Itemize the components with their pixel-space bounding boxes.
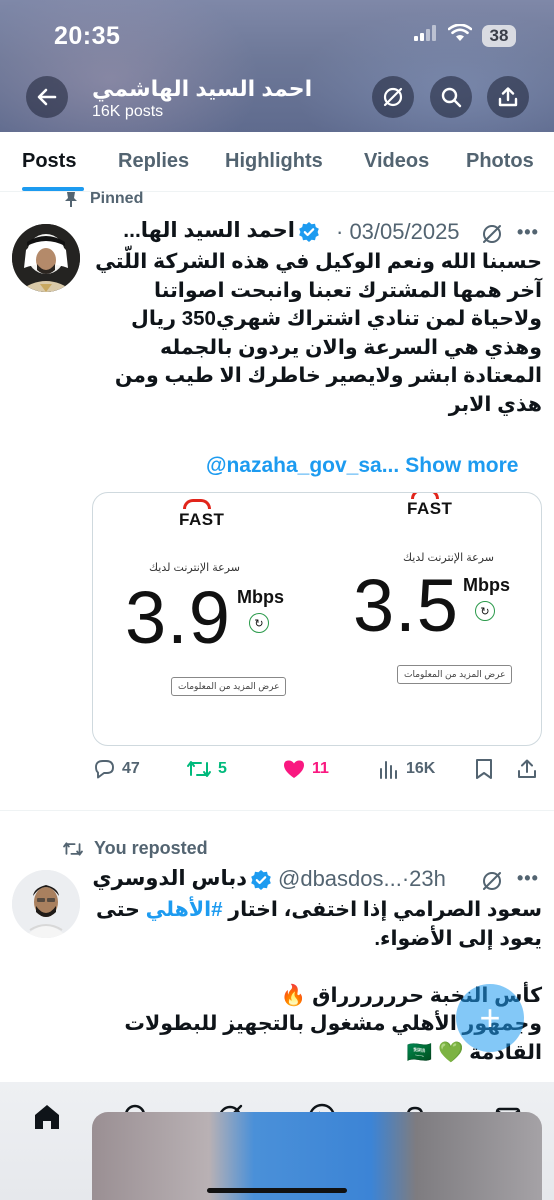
post-text-line1-end: حتى <box>95 898 146 921</box>
search-button[interactable] <box>430 76 472 118</box>
post-handle-time[interactable]: @dbasdos...·23h <box>278 866 446 892</box>
heart-icon <box>284 760 304 778</box>
hashtag-link[interactable]: #الأهلي <box>146 898 223 921</box>
back-button[interactable] <box>26 76 68 118</box>
author-handle: @dbasdos... <box>278 866 402 891</box>
next-post-media-preview[interactable] <box>92 1112 542 1200</box>
share-post-button[interactable] <box>516 758 538 780</box>
fast-logo-mark-left <box>183 499 211 509</box>
post-divider <box>0 810 554 811</box>
post-time: ·23h <box>401 866 446 891</box>
post-author-name[interactable]: دباس الدوسري <box>91 866 247 891</box>
grok-icon <box>383 87 403 107</box>
status-icons: 38 <box>414 23 516 47</box>
search-icon <box>441 87 462 108</box>
tab-replies[interactable]: Replies <box>118 150 189 173</box>
pinned-label: Pinned <box>90 190 144 207</box>
views-count: 16K <box>406 760 436 777</box>
grok-button[interactable] <box>372 76 414 118</box>
tab-videos[interactable]: Videos <box>364 150 429 173</box>
fast-logo-mark-right <box>411 493 439 499</box>
author-avatar[interactable] <box>12 224 80 292</box>
profile-tabs: Posts Replies Highlights Videos Photos <box>0 132 554 192</box>
post-text-start: سعود الصرامي إذا اختفى، اختار <box>222 898 542 921</box>
grok-icon[interactable] <box>480 222 504 251</box>
speed-unit-right: Mbps <box>463 575 510 595</box>
share-icon <box>498 87 518 107</box>
bookmark-button[interactable] <box>474 758 494 780</box>
home-indicator <box>207 1188 347 1193</box>
post-actions: 47 5 11 16K <box>92 758 542 786</box>
fast-logo-right: FAST <box>407 499 453 518</box>
reply-button[interactable]: 47 <box>92 758 140 780</box>
home-icon[interactable] <box>30 1100 64 1134</box>
share-button[interactable] <box>487 76 529 118</box>
post-date[interactable]: · 03/05/2025 <box>336 219 460 245</box>
views-icon <box>380 761 397 779</box>
repost-button[interactable]: 5 <box>186 758 227 780</box>
pinned-label-row: Pinned <box>62 190 143 208</box>
verified-badge-icon <box>298 221 320 248</box>
plus-icon: + <box>479 997 501 1038</box>
speed-unit-left: Mbps <box>237 587 284 607</box>
compose-button[interactable]: + <box>456 984 524 1052</box>
speed-label-left: سرعة الإنترنت لديك <box>149 562 240 574</box>
more-options-icon[interactable]: ••• <box>517 868 539 889</box>
author-avatar[interactable] <box>12 870 80 938</box>
repost-label-row: You reposted <box>62 838 208 859</box>
bookmark-icon <box>476 759 492 779</box>
cellular-signal-icon <box>414 25 438 46</box>
verified-badge-icon <box>250 869 272 896</box>
share-icon <box>518 759 536 778</box>
wifi-icon <box>447 23 473 47</box>
post-text: حسبنا الله ونعم الوكيل في هذه الشركة الل… <box>95 250 542 416</box>
post-media-image[interactable]: FAST سرعة الإنترنت لديك 3.9 Mbps ↻ عرض ا… <box>92 492 542 746</box>
grok-icon[interactable] <box>480 869 504 898</box>
views-button[interactable]: 16K <box>378 758 435 780</box>
refresh-icon: ↻ <box>475 601 495 621</box>
more-info-button-right: عرض المزيد من المعلومات <box>397 665 513 684</box>
reply-icon <box>95 760 114 779</box>
speed-value-left: 3.9 <box>125 576 231 659</box>
refresh-icon: ↻ <box>249 613 269 633</box>
fast-logo-left: FAST <box>179 510 225 529</box>
like-count: 11 <box>312 760 329 777</box>
repost-icon <box>63 841 83 856</box>
more-info-button-left: عرض المزيد من المعلومات <box>171 677 287 696</box>
posts-count: 16K posts <box>92 103 164 120</box>
reply-count: 47 <box>122 760 140 777</box>
repost-label: You reposted <box>94 838 208 858</box>
tab-highlights[interactable]: Highlights <box>225 150 323 173</box>
speed-value-right: 3.5 <box>353 564 459 647</box>
profile-header: 20:35 38 احمد السيد الهاشمي 16K posts <box>0 0 554 132</box>
post-link-row: @nazaha_gov_sa... Show more <box>206 454 542 478</box>
battery-indicator: 38 <box>482 24 516 47</box>
post-author-name[interactable]: احمد السيد الها... <box>91 218 295 243</box>
like-button[interactable]: 11 <box>282 758 329 780</box>
pin-icon <box>65 192 77 207</box>
back-arrow-icon <box>37 88 57 106</box>
repost-count: 5 <box>218 760 227 777</box>
more-options-icon[interactable]: ••• <box>517 222 539 243</box>
mention-link[interactable]: @nazaha_gov_sa... <box>206 454 399 478</box>
tab-photos[interactable]: Photos <box>466 150 534 173</box>
profile-name: احمد السيد الهاشمي <box>92 76 313 101</box>
tab-posts[interactable]: Posts <box>22 150 76 173</box>
repost-icon <box>187 761 211 777</box>
status-time: 20:35 <box>54 22 121 50</box>
show-more-link[interactable]: Show more <box>405 454 518 478</box>
